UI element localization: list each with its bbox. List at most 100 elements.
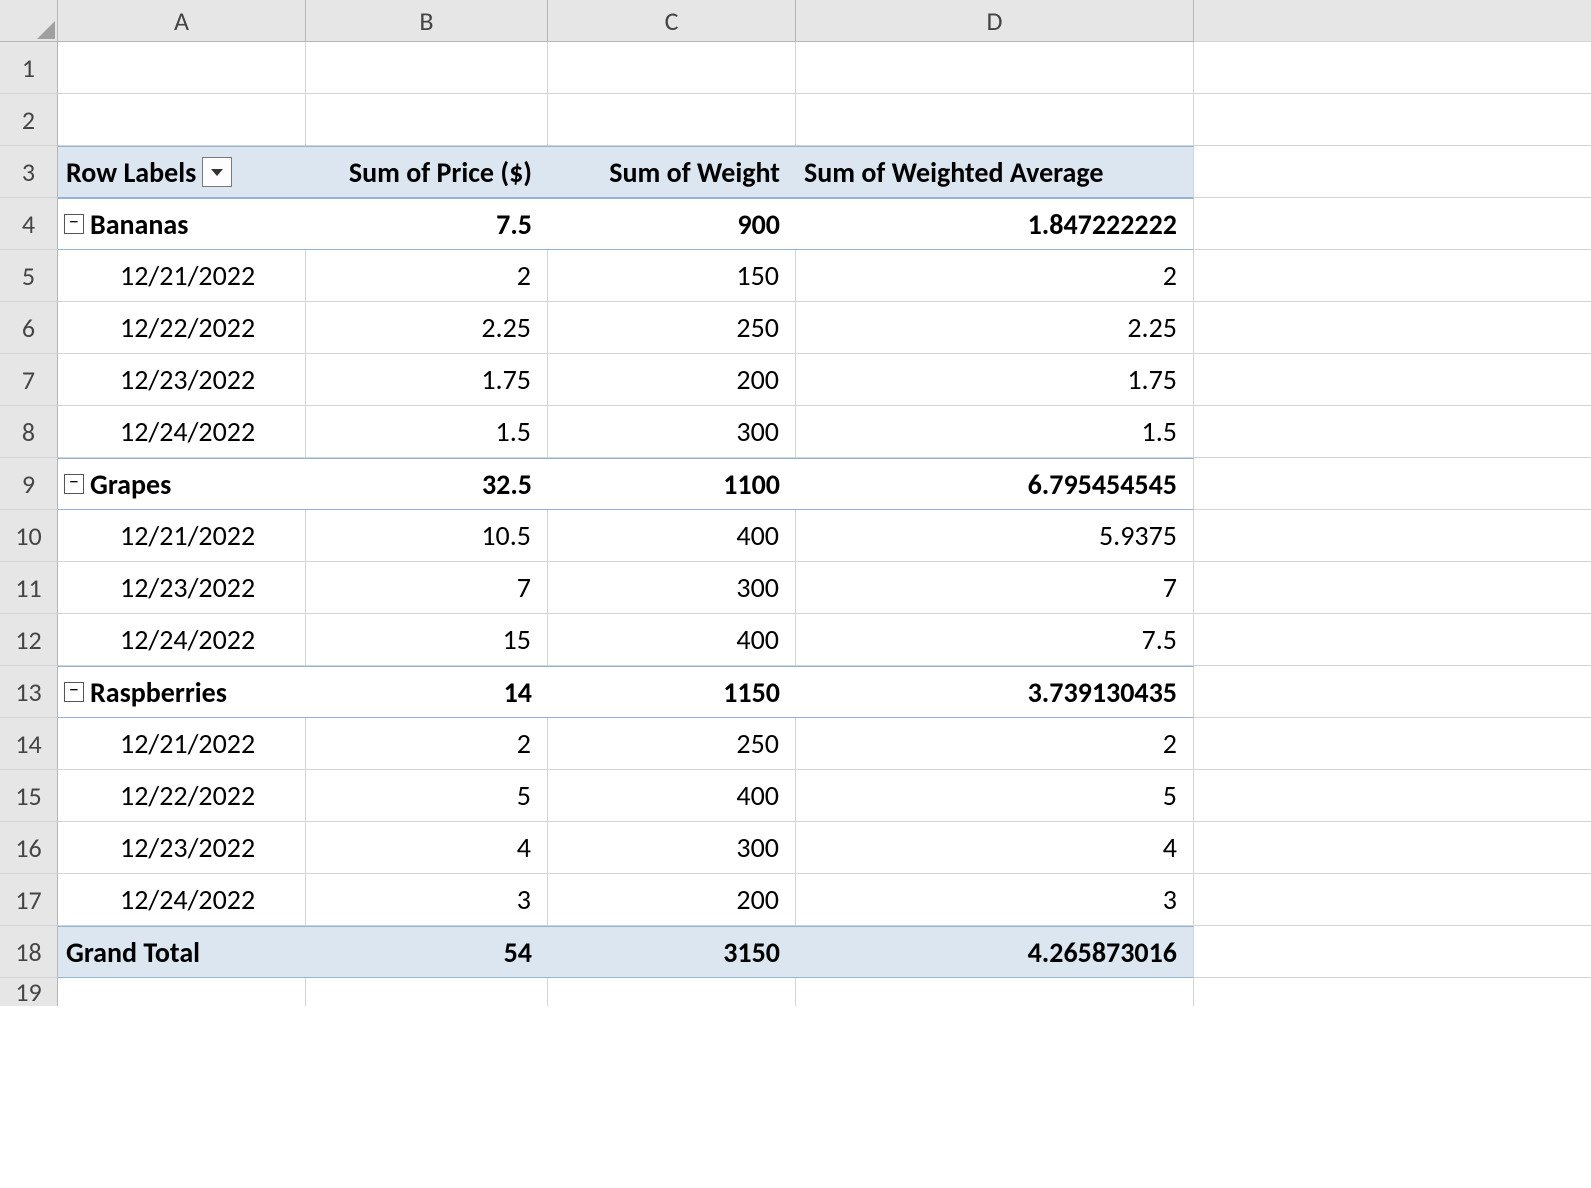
grapes-date-0[interactable]: 12/21/2022 [58,510,306,562]
pivot-filter-dropdown[interactable] [202,157,232,187]
col-header-b[interactable]: B [306,0,548,42]
row-header-18[interactable]: 18 [0,926,58,978]
grapes-price-2[interactable]: 15 [306,614,548,666]
raspberries-date-3[interactable]: 12/24/2022 [58,874,306,926]
cell-a19[interactable] [58,978,306,1006]
grapes-price-1[interactable]: 7 [306,562,548,614]
raspberries-weight-0[interactable]: 250 [548,718,796,770]
col-header-extra[interactable] [1194,0,1591,42]
raspberries-date-1[interactable]: 12/22/2022 [58,770,306,822]
cell-e5[interactable] [1194,250,1591,302]
group-grapes-weight[interactable]: 1100 [548,458,796,510]
raspberries-weight-2[interactable]: 300 [548,822,796,874]
cell-e12[interactable] [1194,614,1591,666]
row-header-5[interactable]: 5 [0,250,58,302]
grand-total-weight[interactable]: 3150 [548,926,796,978]
cell-c1[interactable] [548,42,796,94]
raspberries-weight-3[interactable]: 200 [548,874,796,926]
bananas-wavg-2[interactable]: 1.75 [796,354,1194,406]
row-header-1[interactable]: 1 [0,42,58,94]
cell-e16[interactable] [1194,822,1591,874]
pivot-weighted-avg-header[interactable]: Sum of Weighted Average [796,146,1194,198]
row-header-11[interactable]: 11 [0,562,58,614]
raspberries-wavg-0[interactable]: 2 [796,718,1194,770]
cell-e15[interactable] [1194,770,1591,822]
group-raspberries-weight[interactable]: 1150 [548,666,796,718]
row-header-16[interactable]: 16 [0,822,58,874]
col-header-c[interactable]: C [548,0,796,42]
row-header-3[interactable]: 3 [0,146,58,198]
pivot-weight-header[interactable]: Sum of Weight [548,146,796,198]
raspberries-price-2[interactable]: 4 [306,822,548,874]
group-grapes[interactable]: − Grapes [58,458,306,510]
row-header-7[interactable]: 7 [0,354,58,406]
cell-e9[interactable] [1194,458,1591,510]
row-header-8[interactable]: 8 [0,406,58,458]
bananas-price-3[interactable]: 1.5 [306,406,548,458]
group-raspberries-price[interactable]: 14 [306,666,548,718]
cell-d1[interactable] [796,42,1194,94]
grapes-wavg-1[interactable]: 7 [796,562,1194,614]
grand-total-price[interactable]: 54 [306,926,548,978]
raspberries-wavg-1[interactable]: 5 [796,770,1194,822]
collapse-icon[interactable]: − [64,682,84,702]
cell-e13[interactable] [1194,666,1591,718]
raspberries-wavg-3[interactable]: 3 [796,874,1194,926]
bananas-weight-3[interactable]: 300 [548,406,796,458]
bananas-date-3[interactable]: 12/24/2022 [58,406,306,458]
grapes-weight-2[interactable]: 400 [548,614,796,666]
cell-e19[interactable] [1194,978,1591,1006]
bananas-price-2[interactable]: 1.75 [306,354,548,406]
group-bananas-weight[interactable]: 900 [548,198,796,250]
raspberries-weight-1[interactable]: 400 [548,770,796,822]
cell-b1[interactable] [306,42,548,94]
group-bananas-price[interactable]: 7.5 [306,198,548,250]
bananas-weight-2[interactable]: 200 [548,354,796,406]
cell-e7[interactable] [1194,354,1591,406]
grapes-weight-1[interactable]: 300 [548,562,796,614]
bananas-date-2[interactable]: 12/23/2022 [58,354,306,406]
cell-e4[interactable] [1194,198,1591,250]
cell-b2[interactable] [306,94,548,146]
raspberries-date-2[interactable]: 12/23/2022 [58,822,306,874]
grand-total-label[interactable]: Grand Total [58,926,306,978]
group-raspberries[interactable]: − Raspberries [58,666,306,718]
bananas-date-0[interactable]: 12/21/2022 [58,250,306,302]
row-header-14[interactable]: 14 [0,718,58,770]
group-bananas[interactable]: − Bananas [58,198,306,250]
cell-e18[interactable] [1194,926,1591,978]
bananas-weight-1[interactable]: 250 [548,302,796,354]
row-header-2[interactable]: 2 [0,94,58,146]
cell-c2[interactable] [548,94,796,146]
cell-b19[interactable] [306,978,548,1006]
cell-e8[interactable] [1194,406,1591,458]
raspberries-price-0[interactable]: 2 [306,718,548,770]
bananas-date-1[interactable]: 12/22/2022 [58,302,306,354]
raspberries-wavg-2[interactable]: 4 [796,822,1194,874]
cell-e17[interactable] [1194,874,1591,926]
cell-a2[interactable] [58,94,306,146]
group-bananas-wavg[interactable]: 1.847222222 [796,198,1194,250]
cell-a1[interactable] [58,42,306,94]
group-grapes-wavg[interactable]: 6.795454545 [796,458,1194,510]
select-all-corner[interactable] [0,0,58,42]
bananas-weight-0[interactable]: 150 [548,250,796,302]
row-header-4[interactable]: 4 [0,198,58,250]
bananas-price-0[interactable]: 2 [306,250,548,302]
grapes-weight-0[interactable]: 400 [548,510,796,562]
group-grapes-price[interactable]: 32.5 [306,458,548,510]
pivot-price-header[interactable]: Sum of Price ($) [306,146,548,198]
grapes-wavg-2[interactable]: 7.5 [796,614,1194,666]
row-header-15[interactable]: 15 [0,770,58,822]
row-header-19[interactable]: 19 [0,978,58,1006]
col-header-a[interactable]: A [58,0,306,42]
collapse-icon[interactable]: − [64,214,84,234]
raspberries-price-1[interactable]: 5 [306,770,548,822]
cell-d2[interactable] [796,94,1194,146]
grapes-date-1[interactable]: 12/23/2022 [58,562,306,614]
pivot-row-labels-header[interactable]: Row Labels [58,146,306,198]
bananas-wavg-3[interactable]: 1.5 [796,406,1194,458]
cell-e6[interactable] [1194,302,1591,354]
cell-e3[interactable] [1194,146,1591,198]
cell-d19[interactable] [796,978,1194,1006]
